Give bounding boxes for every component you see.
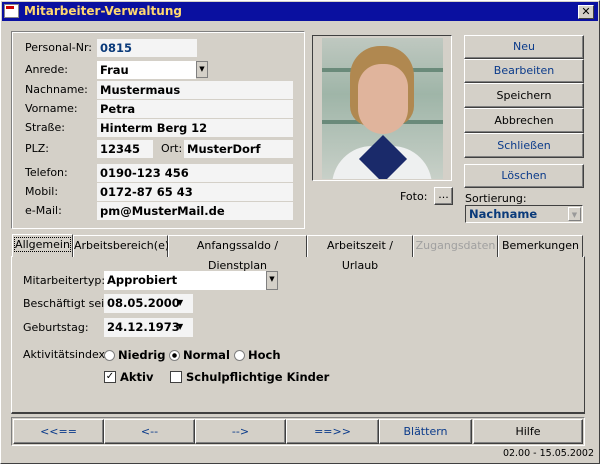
anrede-label: Anrede: (25, 63, 69, 76)
abbrechen-button[interactable]: Abbrechen (464, 108, 584, 133)
mitarbeitertyp-combo[interactable]: Approbiert (104, 271, 266, 290)
tab-zugangsdaten[interactable]: Zugangsdaten (413, 235, 498, 257)
mobil-field[interactable]: 0172-87 65 43 (97, 183, 293, 201)
strasse-field[interactable]: Hinterm Berg 12 (97, 119, 293, 137)
hilfe-button[interactable]: Hilfe (473, 419, 583, 444)
vorname-field[interactable]: Petra (97, 100, 293, 118)
nachname-field[interactable]: Mustermaus (97, 81, 293, 99)
radio-icon (234, 349, 245, 361)
prev-record-button[interactable]: <-- (104, 419, 195, 444)
telefon-label: Telefon: (25, 166, 68, 179)
blaettern-button[interactable]: Blättern (379, 419, 472, 444)
employee-photo (322, 38, 443, 179)
close-button[interactable]: ✕ (578, 5, 594, 19)
radio-hoch[interactable]: Hoch (234, 348, 281, 362)
neu-button[interactable]: Neu (464, 35, 584, 59)
aktivitaetsindex-label: Aktivitätsindex: (23, 348, 109, 361)
ort-label: Ort: (161, 142, 183, 155)
bearbeiten-button[interactable]: Bearbeiten (464, 59, 584, 83)
strasse-label: Straße: (25, 121, 65, 134)
chevron-down-icon[interactable]: ▼ (568, 207, 581, 221)
sortierung-combo[interactable]: Nachname ▼ (465, 205, 583, 223)
checkbox-icon (170, 371, 182, 383)
ort-field[interactable]: MusterDorf (184, 140, 293, 158)
last-record-button[interactable]: ==>> (286, 419, 379, 444)
mitarbeitertyp-label: Mitarbeitertyp: (23, 274, 106, 287)
email-label: e-Mail: (25, 204, 62, 217)
mobil-label: Mobil: (25, 185, 59, 198)
chevron-down-icon[interactable]: ▼ (177, 298, 183, 307)
next-record-button[interactable]: --> (195, 419, 286, 444)
sortierung-value: Nachname (469, 207, 538, 221)
tab-anfangssaldo[interactable]: Anfangssaldo / Dienstplan (168, 235, 307, 272)
aktiv-checkbox[interactable]: ✓ Aktiv (104, 370, 153, 384)
email-field[interactable]: pm@MusterMail.de (97, 202, 293, 220)
chevron-down-icon[interactable]: ▼ (177, 322, 183, 331)
speichern-button[interactable]: Speichern (464, 83, 584, 108)
first-record-button[interactable]: <<== (13, 419, 104, 444)
kinder-checkbox[interactable]: Schulpflichtige Kinder (170, 370, 329, 384)
plz-label: PLZ: (25, 142, 50, 155)
nachname-label: Nachname: (25, 83, 88, 96)
personal-nr-field[interactable]: 0815 (97, 39, 197, 57)
version-footer: 02.00 - 15.05.2002 (502, 448, 594, 459)
app-icon (4, 4, 19, 18)
tab-allgemein[interactable]: Allgemein (12, 234, 73, 257)
anrede-combo[interactable]: Frau (97, 61, 196, 79)
radio-icon (104, 349, 115, 361)
plz-field[interactable]: 12345 (97, 140, 153, 158)
vorname-label: Vorname: (25, 102, 78, 115)
schliessen-button[interactable]: Schließen (464, 133, 584, 158)
title-bar: Mitarbeiter-Verwaltung (2, 2, 598, 21)
personal-nr-label: Personal-Nr: (25, 41, 92, 54)
radio-niedrig[interactable]: Niedrig (104, 348, 165, 362)
chevron-down-icon[interactable]: ▼ (266, 271, 278, 290)
loeschen-button[interactable]: Löschen (464, 164, 584, 188)
chevron-down-icon[interactable]: ▼ (196, 61, 208, 78)
tab-bemerkungen[interactable]: Bemerkungen (498, 235, 583, 257)
tab-arbeitszeit[interactable]: Arbeitszeit / Urlaub (307, 235, 413, 272)
geburtstag-label: Geburtstag: (23, 321, 89, 334)
foto-label: Foto: (400, 190, 428, 203)
window-title: Mitarbeiter-Verwaltung (24, 4, 182, 18)
tab-arbeitsbereiche[interactable]: Arbeitsbereich(e) (73, 235, 169, 257)
foto-browse-button[interactable]: ... (434, 187, 453, 205)
telefon-field[interactable]: 0190-123 456 (97, 164, 293, 182)
radio-normal[interactable]: Normal (169, 348, 230, 362)
radio-selected-icon (169, 349, 180, 361)
beschaeftigt-label: Beschäftigt seit: (23, 297, 113, 310)
checkmark-icon: ✓ (104, 371, 116, 383)
